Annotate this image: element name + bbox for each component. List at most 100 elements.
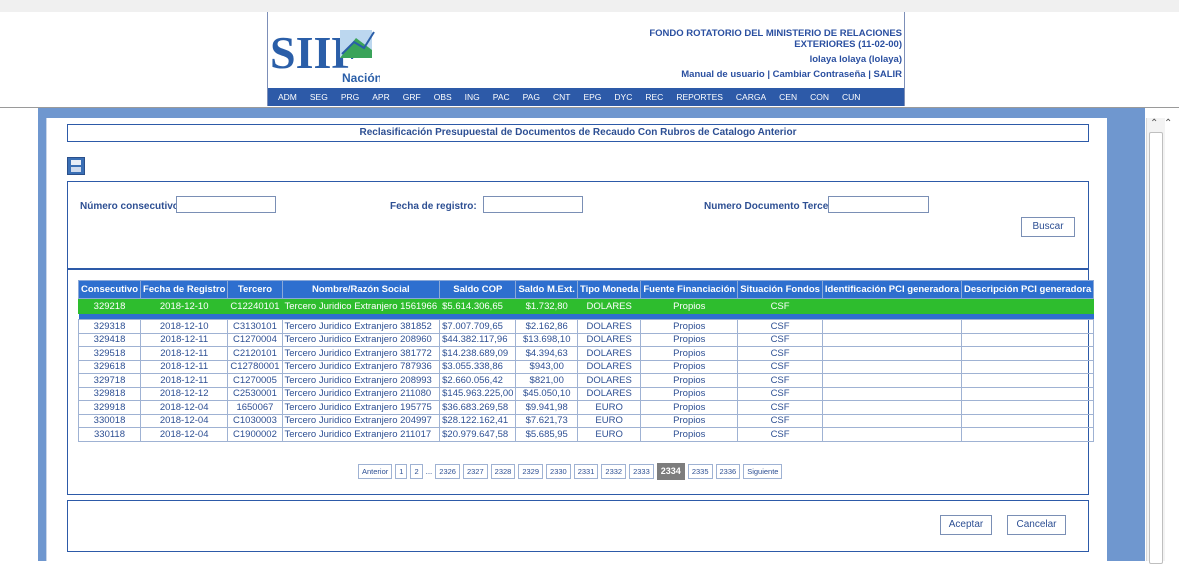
next-page-button[interactable]: Siguiente (743, 464, 783, 479)
menu-item-pag[interactable]: PAG (523, 92, 540, 102)
menu-item-carga[interactable]: CARGA (736, 92, 766, 102)
menu-item-reportes[interactable]: REPORTES (676, 92, 723, 102)
page-link[interactable]: 2335 (687, 464, 713, 479)
column-header[interactable]: Descripción PCI generadora (961, 280, 1095, 299)
table-cell: C2530001 (227, 386, 283, 401)
page-link[interactable]: 2329 (518, 464, 544, 479)
column-header[interactable]: Tercero (227, 280, 283, 299)
table-cell: 329318 (77, 319, 142, 334)
menu-item-con[interactable]: CON (810, 92, 829, 102)
menu-item-adm[interactable]: ADM (278, 92, 297, 102)
page-link[interactable]: 2326 (435, 464, 460, 479)
menu-item-prg[interactable]: PRG (341, 92, 359, 102)
consecutivo-input[interactable] (176, 196, 276, 213)
link-separator: | (868, 69, 871, 80)
table-row[interactable]: 329318 2018-12-10 C3130101 Tercero Juridico… (77, 319, 1095, 334)
logo-subtext: Nación (342, 71, 380, 84)
column-header[interactable]: Tipo Moneda (576, 280, 642, 299)
change-password-link[interactable]: Cambiar Contraseña (773, 69, 866, 80)
selected-table-row[interactable]: 329218 2018-12-10 C12240101 Tercero Juridic… (77, 298, 1095, 314)
table-cell: Propios (640, 413, 739, 428)
menu-item-cnt[interactable]: CNT (553, 92, 570, 102)
column-header[interactable]: Fecha de Registro (140, 280, 229, 299)
table-cell: C3130101 (227, 319, 283, 334)
fecha-registro-input[interactable] (483, 196, 583, 213)
logout-link[interactable]: SALIR (874, 69, 903, 80)
buscar-button[interactable]: Buscar (1021, 217, 1075, 237)
current-page[interactable]: 2334 (656, 463, 685, 480)
org-line-2: EXTERIORES (11-02-00) (794, 39, 902, 50)
column-header[interactable]: Nombre/Razón Social (281, 280, 441, 299)
menu-item-obs[interactable]: OBS (434, 92, 452, 102)
menu-item-dyc[interactable]: DYC (614, 92, 632, 102)
page-link[interactable]: 2331 (573, 464, 599, 479)
table-row[interactable]: 330018 2018-12-04 C1030003 Tercero Juridico… (77, 413, 1095, 428)
table-cell: $7.621,73 (515, 413, 578, 428)
table-cell: 329618 (77, 359, 142, 374)
column-header[interactable]: Situación Fondos (737, 280, 823, 299)
table-cell: C12240101 (227, 298, 283, 314)
page-link[interactable]: 2333 (629, 464, 654, 479)
documento-tercero-input[interactable] (828, 196, 929, 213)
table-cell: 329518 (77, 346, 142, 361)
page-link[interactable]: 2327 (462, 464, 488, 479)
table-cell: $1.732,80 (515, 298, 578, 314)
table-cell: DOLARES (576, 298, 642, 314)
column-header[interactable]: Identificación PCI generadora (821, 280, 963, 299)
results-panel: Consecutivo Fecha de Registro Tercero Nombr… (67, 269, 1095, 495)
table-row[interactable]: 329518 2018-12-11 C2120101 Tercero Juridico… (77, 346, 1095, 361)
page-link[interactable]: 2336 (715, 464, 741, 479)
table-cell: 2018-12-11 (140, 373, 229, 388)
table-cell (821, 373, 963, 388)
page-link[interactable]: 2330 (546, 464, 571, 479)
menu-item-grf[interactable]: GRF (403, 92, 421, 102)
table-row[interactable]: 329718 2018-12-11 C1270005 Tercero Juridico… (77, 373, 1095, 388)
table-cell: 2018-12-10 (140, 319, 229, 334)
aceptar-button[interactable]: Aceptar (940, 515, 992, 535)
table-cell: $9.941,98 (515, 400, 578, 415)
column-header[interactable]: Fuente Financiación (640, 280, 739, 299)
table-row[interactable]: 330118 2018-12-04 C1900002 Tercero Juridico… (77, 427, 1095, 442)
menu-item-cen[interactable]: CEN (779, 92, 797, 102)
scroll-thumb[interactable] (1149, 132, 1163, 564)
table-row[interactable]: 329618 2018-12-11 C12780001 Tercero Juridic… (77, 359, 1095, 374)
table-cell: CSF (737, 413, 823, 428)
column-header[interactable]: Saldo M.Ext. (515, 280, 578, 299)
table-cell: Propios (640, 386, 739, 401)
menu-item-pac[interactable]: PAC (493, 92, 510, 102)
page-title: Reclasificación Presupuestal de Document… (67, 124, 1089, 142)
table-cell (961, 332, 1095, 347)
table-cell: $28.122.162,41 (439, 413, 517, 428)
page-link[interactable]: 1 (395, 464, 408, 479)
scroll-up-icon[interactable]: ⌃ (1150, 118, 1158, 129)
content-scrollbar[interactable]: ⌃ (1146, 118, 1165, 564)
table-cell (961, 400, 1095, 415)
outer-scroll-up-icon[interactable]: ⌃ (1164, 118, 1172, 129)
menu-item-ing[interactable]: ING (465, 92, 480, 102)
action-panel: Aceptar Cancelar (67, 500, 1089, 552)
save-icon[interactable] (67, 157, 85, 175)
menu-item-seg[interactable]: SEG (310, 92, 328, 102)
page-link[interactable]: 2 (410, 464, 423, 479)
column-header[interactable]: Consecutivo (77, 280, 142, 299)
table-cell: $45.050,10 (515, 386, 578, 401)
table-body: 329218 2018-12-10 C12240101 Tercero Juridic… (77, 298, 1095, 442)
user-manual-link[interactable]: Manual de usuario (681, 69, 764, 80)
siif-nacion-logo: SIIF Nación (270, 27, 380, 84)
cancelar-button[interactable]: Cancelar (1007, 515, 1066, 535)
page-link[interactable]: 2328 (490, 464, 516, 479)
prev-page-button[interactable]: Anterior (358, 464, 393, 479)
table-cell: $2.660.056,42 (439, 373, 517, 388)
page-link[interactable]: 2332 (601, 464, 627, 479)
table-cell (821, 298, 963, 314)
table-cell: 2018-12-11 (140, 359, 229, 374)
menu-item-epg[interactable]: EPG (583, 92, 601, 102)
menu-item-apr[interactable]: APR (372, 92, 389, 102)
menu-item-rec[interactable]: REC (645, 92, 663, 102)
table-cell: C1270005 (227, 373, 283, 388)
table-row[interactable]: 329918 2018-12-04 1650067 Tercero Juridico … (77, 400, 1095, 415)
table-row[interactable]: 329418 2018-12-11 C1270004 Tercero Juridico… (77, 332, 1095, 347)
column-header[interactable]: Saldo COP (439, 280, 517, 299)
table-row[interactable]: 329818 2018-12-12 C2530001 Tercero Juridico… (77, 386, 1095, 401)
menu-item-cun[interactable]: CUN (842, 92, 860, 102)
